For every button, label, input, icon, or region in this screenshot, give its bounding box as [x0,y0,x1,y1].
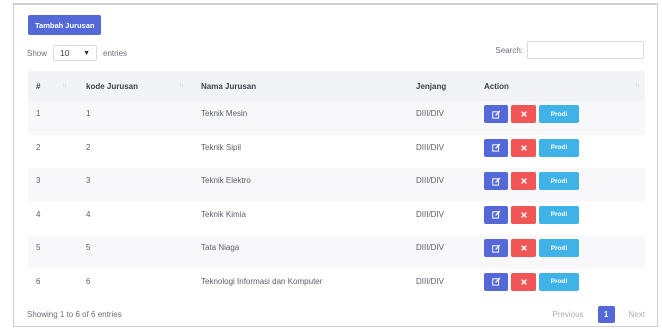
delete-button[interactable] [511,239,536,257]
jurusan-table: # ↑↓ kode Jurusan ↑↓ Nama Jurusan Jenjang … [28,71,645,302]
table-info: Showing 1 to 6 of 6 entries [27,310,122,319]
edit-icon [491,177,500,186]
cell-jenjang: DIII/DIV [416,176,445,185]
edit-button[interactable] [484,239,508,257]
sort-icon: ↑↓ [635,83,640,89]
cell-kode: 4 [86,209,91,219]
table-row: 5 5 Tata Niaga DIII/DIV Prodi [28,235,645,269]
main-card: Tambah Jurusan Show 10 ▼ entries Search:… [13,3,658,327]
delete-button[interactable] [511,172,536,190]
edit-icon [491,244,500,253]
cell-kode: 3 [86,176,91,185]
prodi-button[interactable]: Prodi [539,239,579,257]
table-row: 3 3 Teknik Elektro DIII/DIV Prodi [28,168,645,202]
sort-icon: ↑↓ [62,83,67,89]
page-1-button[interactable]: 1 [597,306,615,323]
column-header-no[interactable]: # ↑↓ [28,82,83,91]
prodi-button[interactable]: Prodi [539,172,579,190]
times-icon [520,211,527,218]
pagination: Previous 1 Next [552,306,645,323]
cell-nama: Teknik Mesin [201,109,248,118]
cell-kode: 6 [86,276,91,286]
table-body: 1 1 Teknik Mesin DIII/DIV Prodi 2 2 Teknik Sipi… [28,101,645,302]
edit-button[interactable] [484,105,508,123]
cell-jenjang: DIII/DIV [416,243,445,252]
times-icon [520,245,527,251]
cell-no: 6 [36,276,41,286]
entries-select[interactable]: 10 ▼ [53,45,98,61]
search-input[interactable] [527,41,644,59]
search-control: Search: [495,41,644,59]
times-icon [520,178,527,184]
edit-button[interactable] [484,205,508,224]
previous-page-button[interactable]: Previous [552,310,583,319]
edit-icon [491,210,500,219]
chevron-down-icon: ▼ [83,49,91,57]
entries-label: entries [103,48,128,58]
column-header-action[interactable]: Action ↑↓ [484,82,645,91]
edit-icon [491,277,500,286]
cell-jenjang: DIII/DIV [416,276,445,286]
cell-jenjang: DIII/DIV [416,209,445,219]
times-icon [520,144,527,151]
edit-button[interactable] [484,172,508,190]
cell-jenjang: DIII/DIV [416,109,445,118]
table-row: 4 4 Teknik Kimia DIII/DIV Prodi [28,202,645,236]
add-jurusan-button[interactable]: Tambah Jurusan [28,15,102,35]
cell-nama: Teknik Kimia [201,209,246,219]
search-label: Search: [495,45,523,55]
cell-action: Prodi [484,269,645,291]
cell-action: Prodi [484,202,645,224]
times-icon [520,111,527,117]
prodi-button[interactable]: Prodi [539,105,579,123]
table-row: 6 6 Teknologi Informasi dan Komputer DIII/D… [28,269,645,303]
prodi-button[interactable]: Prodi [539,272,579,291]
column-header-jenjang[interactable]: Jenjang [416,82,484,91]
cell-no: 4 [36,209,41,219]
delete-button[interactable] [511,272,536,291]
cell-nama: Teknologi Informasi dan Komputer [201,276,323,286]
next-page-button[interactable]: Next [629,310,645,319]
show-label: Show [27,48,48,58]
edit-button[interactable] [484,138,508,157]
table-header: # ↑↓ kode Jurusan ↑↓ Nama Jurusan Jenjang … [28,71,645,101]
cell-kode: 2 [86,142,91,152]
cell-nama: Tata Niaga [201,243,240,252]
cell-no: 5 [36,243,41,252]
edit-icon [491,143,500,152]
cell-jenjang: DIII/DIV [416,142,445,152]
cell-kode: 5 [86,243,91,252]
cell-action: Prodi [484,168,645,190]
delete-button[interactable] [511,205,536,224]
entries-select-value: 10 [60,48,70,58]
cell-no: 3 [36,176,41,185]
table-row: 2 2 Teknik Sipil DIII/DIV Prodi [28,135,645,169]
prodi-button[interactable]: Prodi [539,205,579,224]
cell-nama: Teknik Elektro [201,176,251,185]
cell-no: 1 [36,109,41,118]
cell-nama: Teknik Sipil [201,142,242,152]
sort-icon: ↑↓ [179,83,184,89]
cell-action: Prodi [484,101,645,123]
cell-action: Prodi [484,235,645,257]
cell-action: Prodi [484,135,645,157]
times-icon [520,278,527,285]
column-header-nama[interactable]: Nama Jurusan [200,82,416,91]
delete-button[interactable] [511,105,536,123]
delete-button[interactable] [511,138,536,157]
prodi-button[interactable]: Prodi [539,138,579,157]
entries-length-control: Show 10 ▼ entries [27,45,127,61]
table-row: 1 1 Teknik Mesin DIII/DIV Prodi [28,101,645,135]
cell-no: 2 [36,142,41,152]
edit-button[interactable] [484,272,508,291]
cell-kode: 1 [86,109,91,118]
edit-icon [491,110,500,119]
column-header-kode[interactable]: kode Jurusan ↑↓ [83,82,200,91]
